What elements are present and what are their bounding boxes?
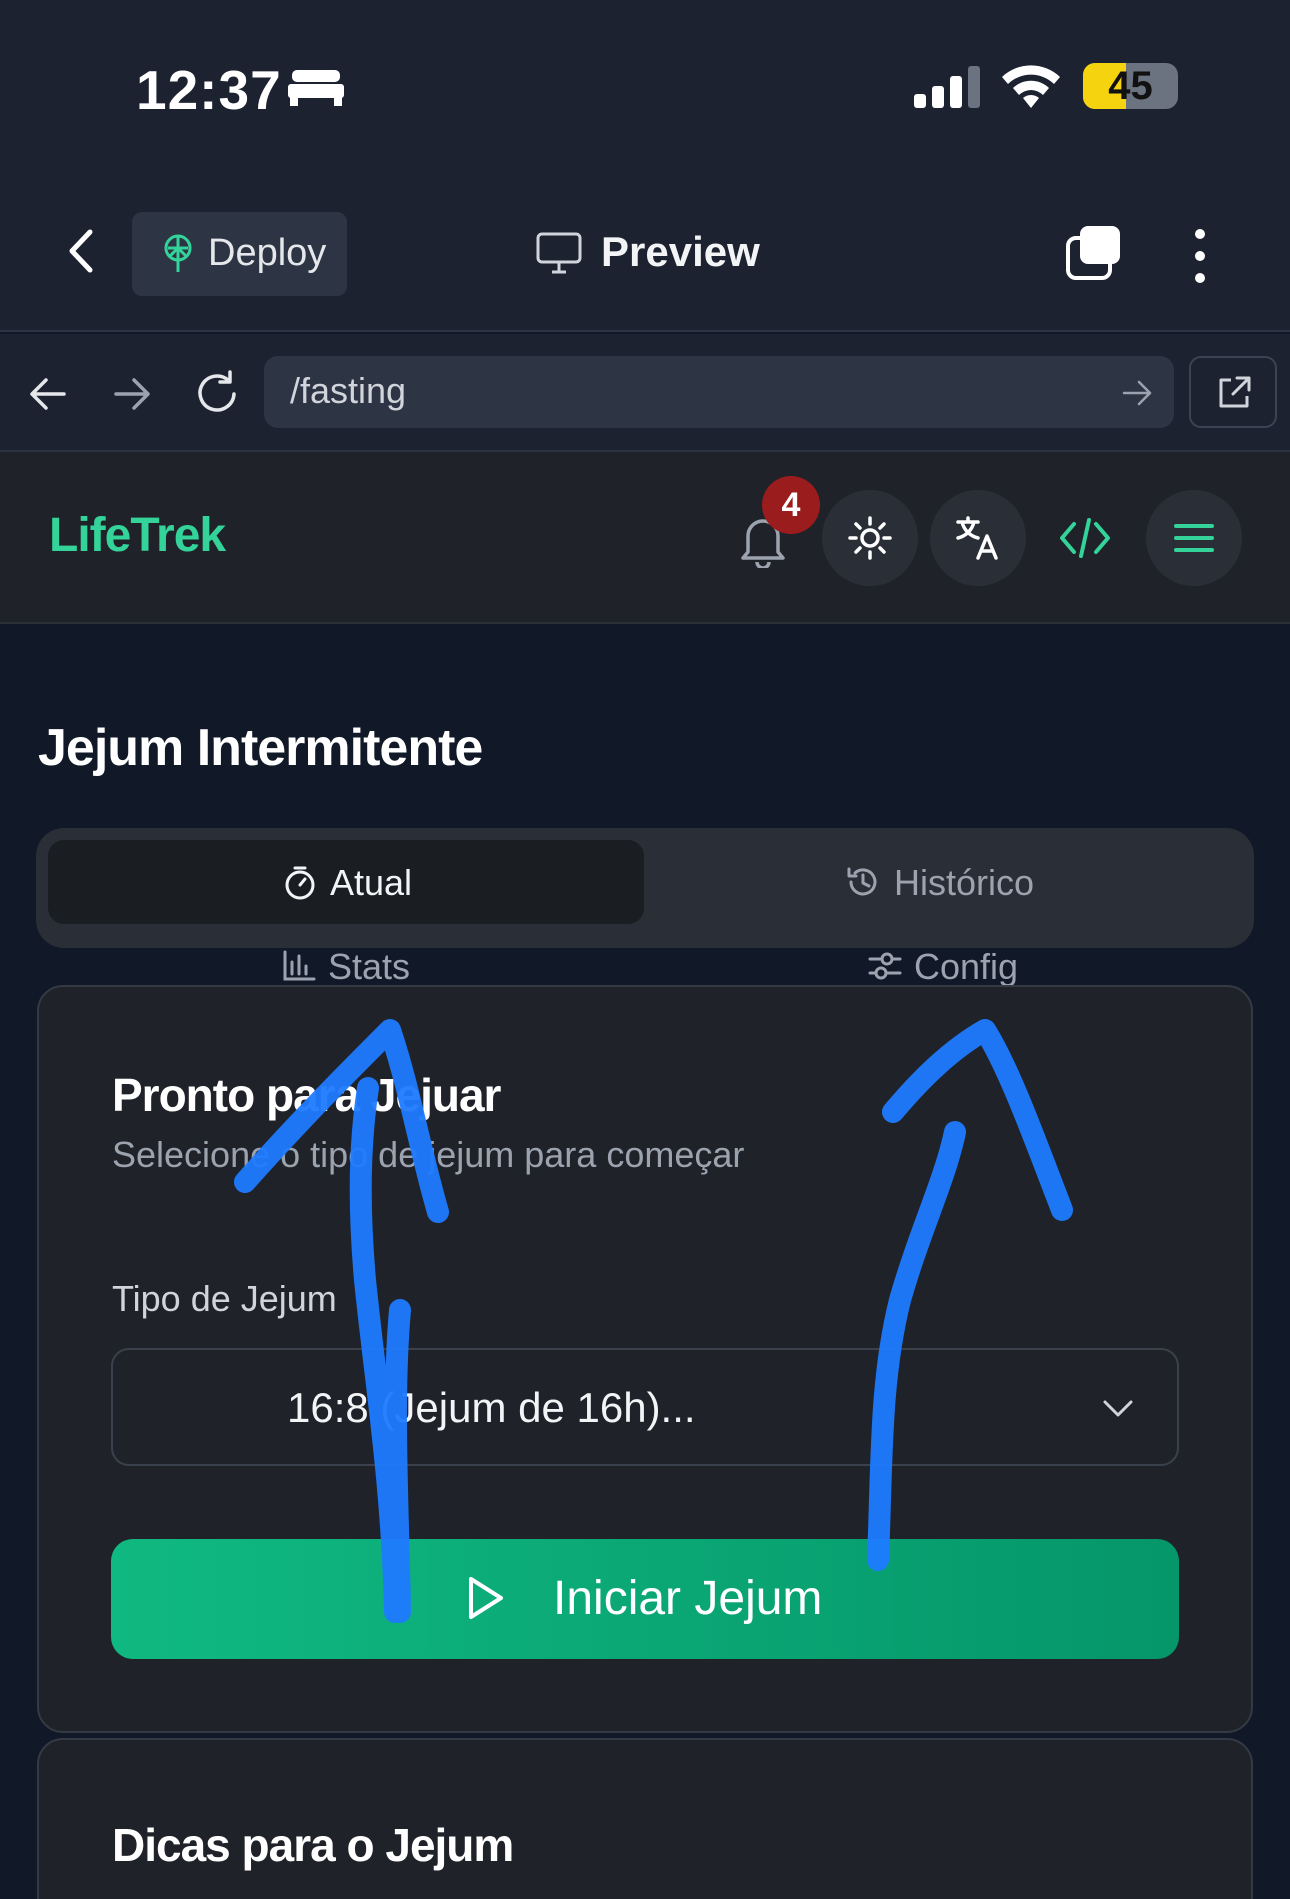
browser-bar: /fasting bbox=[0, 334, 1290, 452]
app-logo[interactable]: LifeTrek bbox=[49, 508, 226, 563]
url-text: /fasting bbox=[290, 370, 407, 411]
more-vertical-icon[interactable] bbox=[1186, 226, 1214, 286]
open-external-button[interactable] bbox=[1189, 356, 1277, 428]
fasting-type-select[interactable]: 16:8 (Jejum de 16h)... bbox=[111, 1348, 1179, 1466]
deploy-button[interactable]: Deploy bbox=[132, 212, 347, 296]
translate-button[interactable] bbox=[930, 490, 1026, 586]
reload-icon[interactable] bbox=[194, 370, 240, 416]
tab-config[interactable]: Config bbox=[914, 946, 1018, 988]
theme-toggle-button[interactable] bbox=[822, 490, 918, 586]
start-fasting-button[interactable]: Iniciar Jejum bbox=[111, 1539, 1179, 1659]
back-chevron-icon[interactable] bbox=[62, 226, 102, 276]
play-icon bbox=[469, 1577, 503, 1619]
menu-icon bbox=[1174, 524, 1214, 552]
open-external-icon bbox=[1219, 376, 1251, 408]
signal-icon bbox=[914, 66, 980, 108]
tips-title: Dicas para o Jejum bbox=[112, 1819, 514, 1871]
monitor-icon bbox=[536, 232, 582, 274]
sliders-icon bbox=[868, 952, 902, 980]
preview-label[interactable]: Preview bbox=[601, 228, 760, 276]
battery-cap bbox=[1172, 78, 1178, 94]
battery-level: 45 bbox=[1108, 64, 1153, 108]
bed-icon bbox=[288, 70, 344, 106]
arrow-right-icon[interactable] bbox=[112, 374, 152, 414]
go-arrow-icon[interactable] bbox=[1122, 380, 1152, 406]
deploy-icon bbox=[164, 234, 192, 272]
status-bar: 12:37 45 bbox=[0, 0, 1290, 170]
menu-button[interactable] bbox=[1146, 490, 1242, 586]
card-subtitle: Selecione o tipo de jejum para começar bbox=[112, 1134, 745, 1175]
timer-icon bbox=[285, 866, 315, 900]
translate-icon bbox=[956, 516, 998, 560]
select-value: 16:8 (Jejum de 16h)... bbox=[287, 1384, 696, 1431]
page-title: Jejum Intermitente bbox=[38, 719, 483, 777]
bar-chart-icon bbox=[283, 950, 316, 981]
app-header: LifeTrek 4 bbox=[0, 452, 1290, 624]
history-icon bbox=[847, 867, 877, 896]
notification-badge: 4 bbox=[762, 476, 820, 534]
tab-atual-label[interactable]: Atual bbox=[330, 862, 412, 904]
card-title: Pronto para Jejuar bbox=[112, 1069, 501, 1121]
sun-icon bbox=[848, 516, 892, 560]
chevron-down-icon bbox=[1103, 1400, 1133, 1417]
tab-bar bbox=[36, 828, 1254, 948]
url-input[interactable]: /fasting bbox=[264, 356, 1174, 428]
fasting-type-label: Tipo de Jejum bbox=[112, 1278, 337, 1319]
start-fasting-label: Iniciar Jejum bbox=[553, 1572, 823, 1625]
code-icon[interactable] bbox=[1058, 514, 1112, 562]
tab-historico[interactable]: Histórico bbox=[894, 862, 1034, 904]
deploy-label: Deploy bbox=[208, 232, 327, 274]
tabs-icon[interactable] bbox=[1064, 224, 1124, 282]
status-time: 12:37 bbox=[136, 59, 282, 121]
wifi-icon bbox=[1002, 65, 1060, 108]
battery-icon: 45 bbox=[1083, 63, 1178, 109]
editor-toolbar: Deploy Preview bbox=[0, 170, 1290, 332]
tab-stats[interactable]: Stats bbox=[328, 946, 410, 988]
arrow-left-icon[interactable] bbox=[28, 374, 68, 414]
